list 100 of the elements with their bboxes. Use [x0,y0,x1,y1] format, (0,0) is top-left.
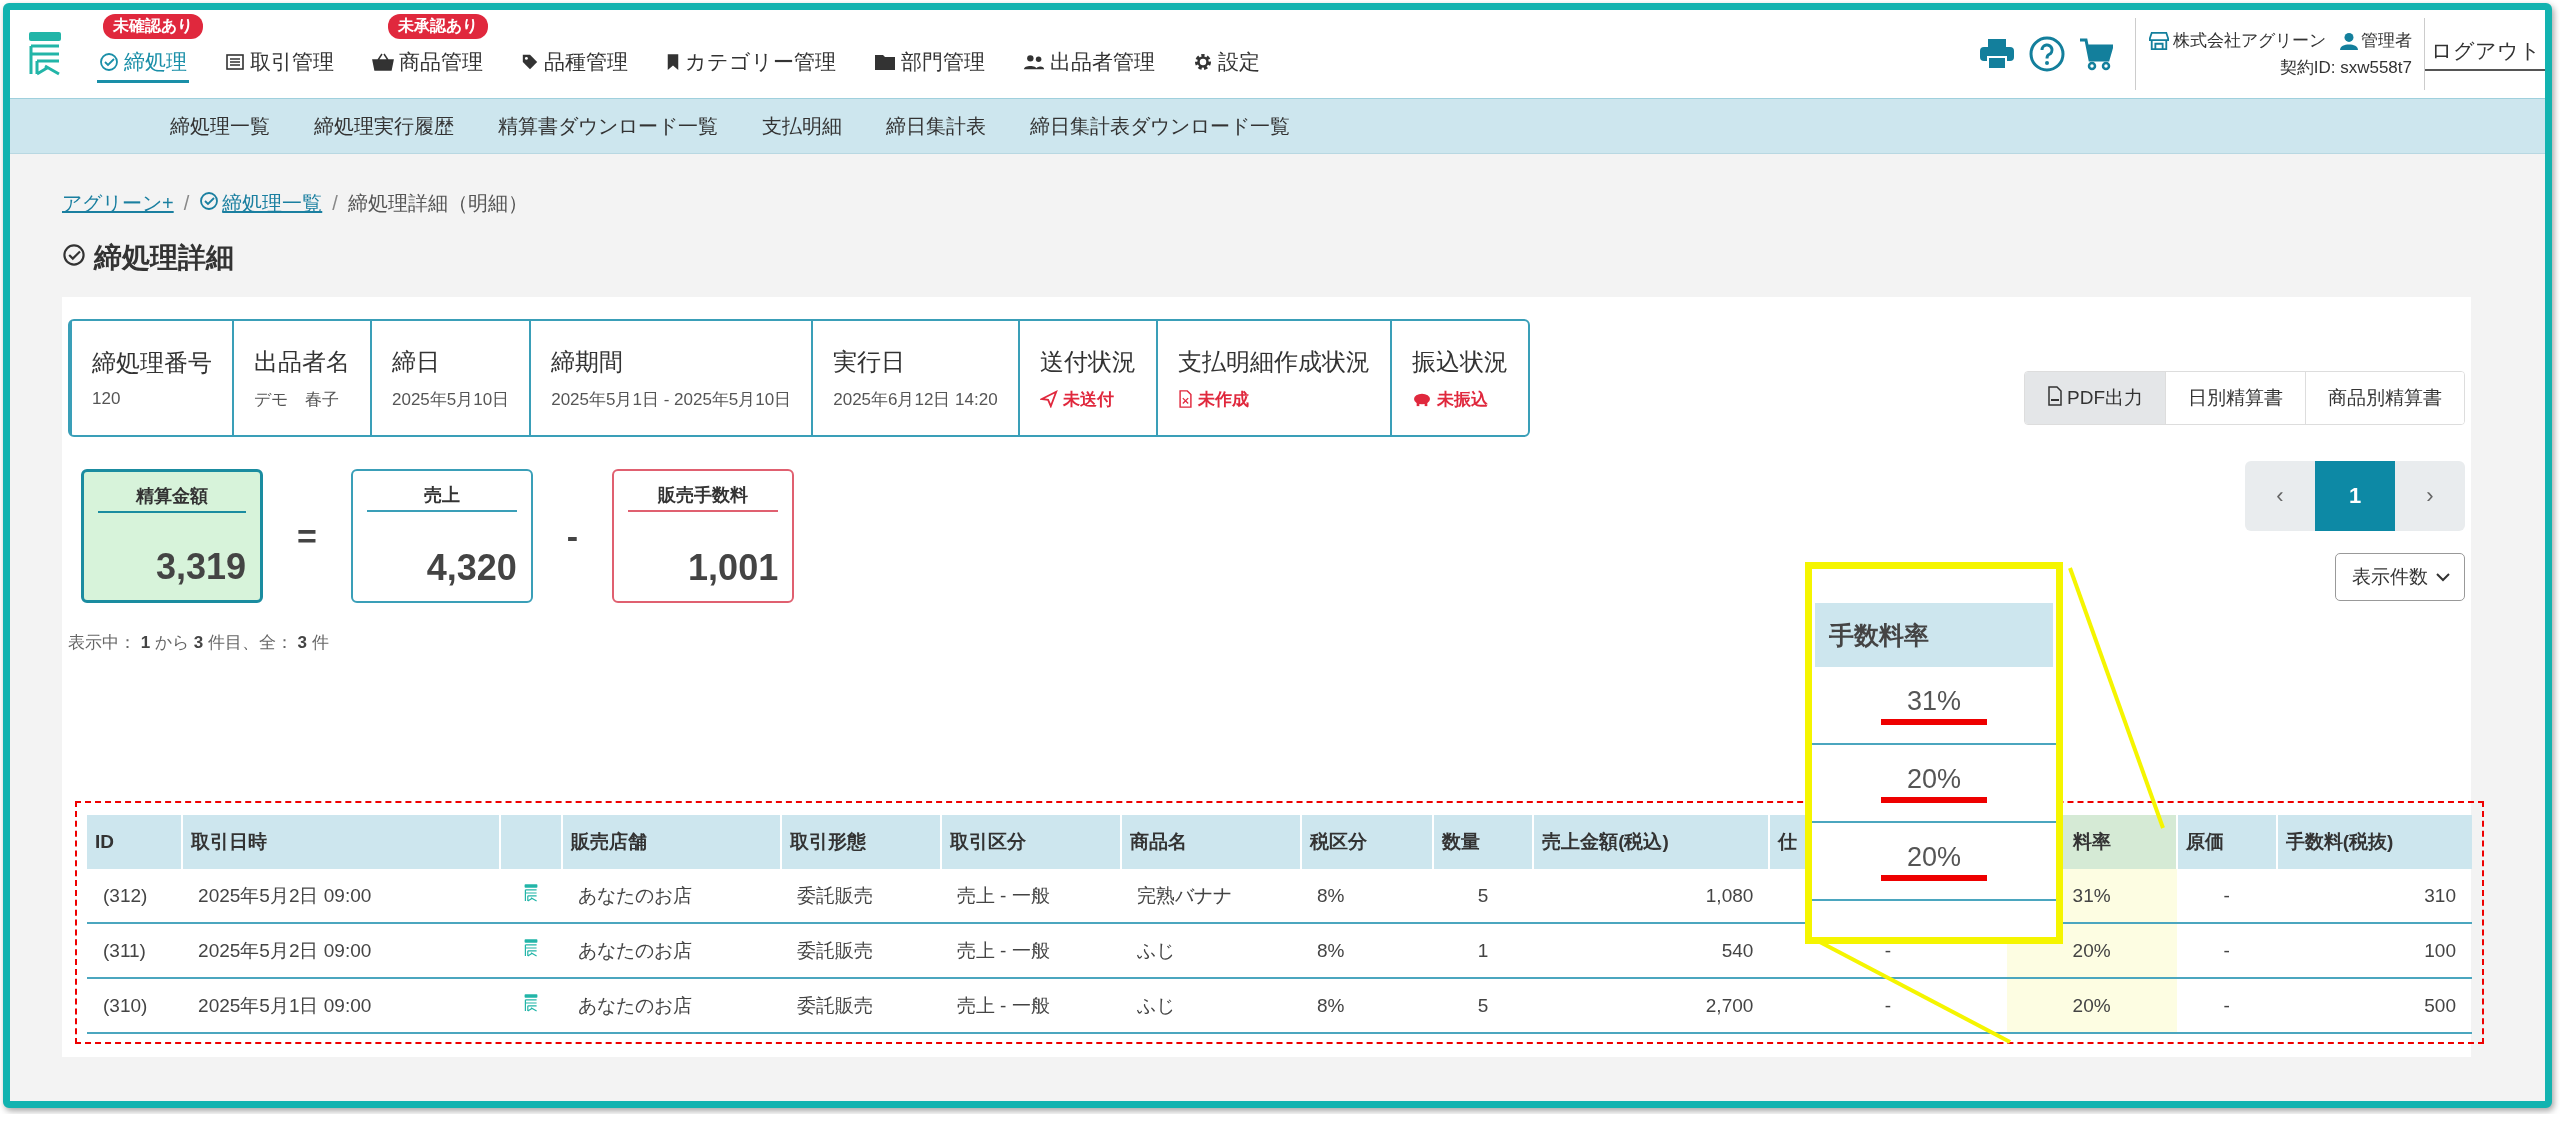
table-cell: 2025年5月2日 09:00 [182,869,501,923]
per-page-dropdown[interactable]: 表示件数 [2335,553,2465,601]
table-cell: 委託販売 [780,923,941,978]
user-icon [2340,31,2358,50]
column-header: 商品名 [1120,815,1301,869]
results-count: 表示中： 1 から 3 件目、全： 3 件 [68,632,330,654]
logout-link[interactable]: ログアウト [2425,37,2545,71]
table-cell: 2025年5月2日 09:00 [182,923,501,978]
action-button[interactable]: PDF出力 [2025,372,2165,424]
subnav-link[interactable]: 締処理一覧 [170,112,270,140]
table-cell: 5 [1433,978,1534,1033]
piggy-bank-icon [1411,391,1432,407]
logo-icon [523,883,540,903]
table-cell: 売上 - 一般 [940,978,1121,1033]
info-label: 支払明細作成状況 [1177,346,1370,377]
help-icon[interactable] [2029,36,2065,72]
page-title: 締処理詳細 [94,241,234,275]
info-label: 締処理番号 [92,348,212,378]
nav-tab[interactable]: 部門管理 [872,43,987,83]
nav-tab[interactable]: 締処理 [97,43,189,83]
table-cell: - [2176,923,2277,978]
tag-icon [521,52,539,71]
table-cell: 売上 - 一般 [940,923,1121,978]
action-button[interactable]: 商品別精算書 [2305,372,2464,424]
info-label: 締日 [392,346,441,377]
table-cell: 1,080 [1533,869,1770,923]
column-header: 取引形態 [780,815,941,869]
store-icon [2148,30,2170,51]
table-cell: あなたのお店 [562,978,781,1033]
amount-value: 3,319 [154,546,246,588]
table-cell: 8% [1300,923,1434,978]
cart-icon[interactable] [2079,37,2113,71]
column-header: 販売店舗 [562,815,781,869]
subnav-link[interactable]: 支払明細 [762,112,842,140]
column-header: ID [87,815,183,869]
basket-icon [372,51,394,72]
column-header: 原価 [2176,815,2277,869]
table-cell: 540 [1533,923,1770,978]
breadcrumb-link[interactable]: 締処理一覧 [199,190,323,217]
subnav-link[interactable]: 精算書ダウンロード一覧 [498,112,718,140]
zoomed-cell-value: 20% [1906,763,1961,795]
amount-label: 販売手数料 [628,483,779,512]
amount-label: 精算金額 [98,484,246,513]
settings-icon [1193,51,1213,72]
info-label: 出品者名 [254,346,350,377]
table-cell: 8% [1300,869,1434,923]
contract-id: 契約ID: sxw558t7 [2279,57,2412,79]
column-header: 手数料(税抜) [2276,815,2472,869]
table-cell: (312) [87,869,183,923]
file-icon [1177,390,1193,408]
folder-icon [874,52,896,71]
breadcrumb-link[interactable]: アグリーン+ [62,190,174,217]
subnav-link[interactable]: 締日集計表ダウンロード一覧 [1030,112,1290,140]
print-icon[interactable] [1979,38,2015,70]
status-text: 未送付 [1062,388,1114,411]
operator-sign: = [297,516,317,556]
table-cell: 1 [1433,923,1534,978]
status-text: 未振込 [1436,388,1488,411]
info-value: 120 [92,389,122,409]
breadcrumb-separator: / [183,192,190,215]
info-value: 2025年5月1日 - 2025年5月10日 [551,388,792,411]
next-page-button[interactable]: › [2395,461,2465,531]
bookmark-icon [666,51,680,72]
breadcrumb-separator: / [332,192,338,215]
previous-page-button[interactable]: ‹ [2245,461,2315,531]
table-cell: 5 [1433,869,1534,923]
zoomed-column-header: 手数料率 [1812,603,2056,667]
subnav-link[interactable]: 締処理実行履歴 [314,112,454,140]
column-header: 数量 [1433,815,1534,869]
subnav-link[interactable]: 締日集計表 [886,112,986,140]
nav-tab[interactable]: 商品管理 [370,43,485,83]
info-value: デモ 春子 [254,388,340,411]
notification-badge: 未承認あり [387,13,488,39]
table-cell: (311) [87,923,183,978]
table-cell: 500 [2276,978,2472,1033]
nav-tab[interactable]: カテゴリー管理 [664,43,838,83]
company-name: 株式会社アグリーン [2173,30,2326,52]
table-cell: 310 [2276,869,2472,923]
nav-tab[interactable]: 設定 [1191,43,1262,83]
column-header: 取引日時 [182,815,501,869]
users-icon [1023,52,1045,71]
page-button[interactable]: 1 [2315,461,2395,531]
amount-value: 4,320 [425,547,517,589]
nav-tab[interactable]: 品種管理 [519,43,630,83]
table-cell: 委託販売 [780,869,941,923]
info-label: 締期間 [551,346,625,377]
status-text: 未作成 [1197,388,1249,411]
nav-tab[interactable]: 出品者管理 [1021,43,1157,83]
column-header: 売上金額(税込) [1533,815,1770,869]
column-header: 取引区分 [940,815,1121,869]
nav-tab[interactable]: 取引管理 [223,43,336,83]
logo-icon [523,938,540,958]
list-icon [225,51,245,72]
chevron-down-icon [2436,572,2450,582]
notification-badge: 未確認あり [103,13,203,39]
info-value: 2025年5月10日 [392,388,510,411]
table-cell: 8% [1300,978,1434,1033]
info-value: 2025年6月12日 14:20 [833,388,998,411]
table-cell: 完熟バナナ [1120,869,1301,923]
table-cell: ふじ [1120,923,1301,978]
